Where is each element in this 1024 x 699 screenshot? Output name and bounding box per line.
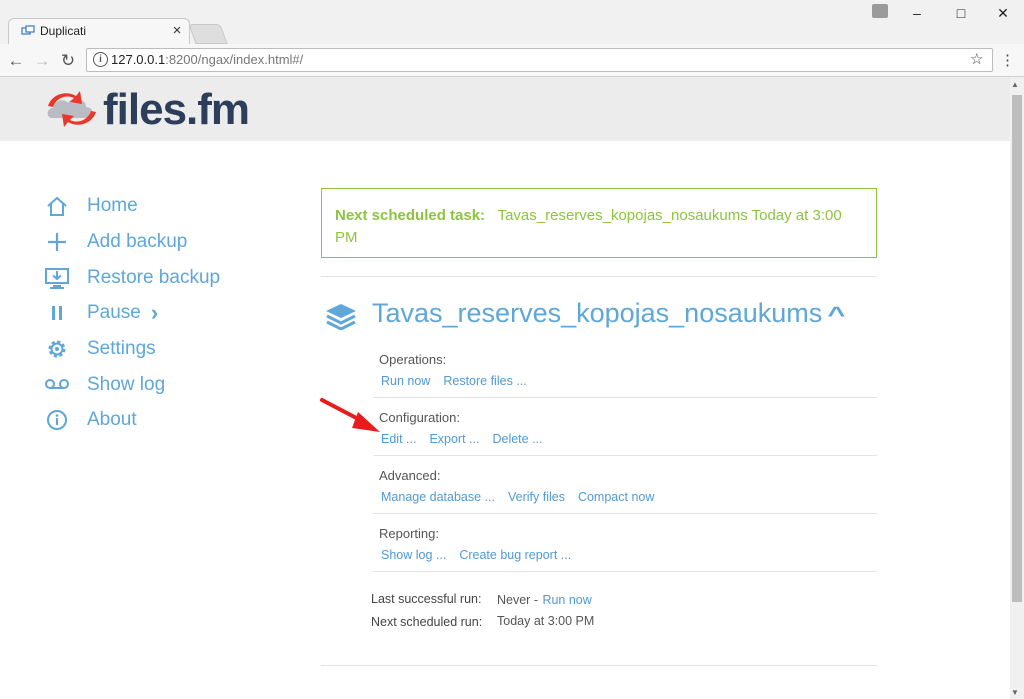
files-fm-logo-icon xyxy=(47,91,96,127)
create-bug-report-link[interactable]: Create bug report ... xyxy=(459,548,571,562)
site-info-icon[interactable]: i xyxy=(93,52,108,67)
divider xyxy=(373,397,877,398)
sidebar-item-label: Restore backup xyxy=(87,267,221,288)
verify-files-link[interactable]: Verify files xyxy=(508,490,565,504)
home-icon xyxy=(44,193,70,219)
restore-icon xyxy=(44,265,70,291)
close-window-button[interactable]: ✕ xyxy=(988,4,1018,22)
scheduled-task-label: Next scheduled task: xyxy=(335,207,486,224)
last-run-info: Never - Run now xyxy=(497,591,592,609)
new-tab-button[interactable] xyxy=(188,24,228,44)
edit-link[interactable]: Edit ... xyxy=(381,432,416,446)
configuration-links: Edit ... Export ... Delete ... xyxy=(381,432,543,446)
compact-now-link[interactable]: Compact now xyxy=(578,490,654,504)
divider xyxy=(373,571,877,572)
chevron-up-icon[interactable]: ^ xyxy=(827,302,845,328)
scroll-up-arrow-icon[interactable]: ▲ xyxy=(1011,80,1019,89)
sidebar-item-about[interactable]: About xyxy=(44,405,137,435)
sidebar-item-restore-backup[interactable]: Restore backup xyxy=(44,263,220,293)
next-run-value: Today at 3:00 PM xyxy=(497,614,595,628)
sidebar-item-home[interactable]: Home xyxy=(44,191,138,221)
restore-files-link[interactable]: Restore files ... xyxy=(443,374,526,388)
pause-icon xyxy=(44,300,70,326)
section-label-reporting: Reporting: xyxy=(379,526,439,541)
divider xyxy=(373,513,877,514)
annotation-arrow-icon xyxy=(320,398,380,432)
forward-button[interactable]: → xyxy=(32,51,52,71)
next-scheduled-task-box: Next scheduled task: Tavas_reserves_kopo… xyxy=(321,188,877,258)
last-run-label: Last successful run: xyxy=(371,592,482,606)
stack-layers-icon xyxy=(326,304,356,330)
minimize-button[interactable]: – xyxy=(902,4,932,22)
manage-database-link[interactable]: Manage database ... xyxy=(381,490,495,504)
address-bar[interactable]: i 127.0.0.1:8200/ngax/index.html#/ ☆ xyxy=(86,48,993,72)
next-run-label: Next scheduled run: xyxy=(371,615,483,629)
divider xyxy=(373,455,877,456)
scheduled-task-text: Next scheduled task: Tavas_reserves_kopo… xyxy=(335,205,855,249)
chevron-right-icon: › xyxy=(150,300,159,325)
browser-menu-icon[interactable]: ⋮ xyxy=(1000,51,1015,69)
sidebar-item-pause[interactable]: Pause › xyxy=(44,298,158,328)
back-button[interactable]: ← xyxy=(6,51,26,71)
section-label-configuration: Configuration: xyxy=(379,410,460,425)
plus-icon xyxy=(44,229,70,255)
divider xyxy=(321,665,877,666)
sidebar-item-label: Add backup xyxy=(87,231,188,252)
show-log-link[interactable]: Show log ... xyxy=(381,548,446,562)
info-icon xyxy=(44,407,70,433)
scroll-down-arrow-icon[interactable]: ▼ xyxy=(1011,688,1019,697)
logo-text[interactable]: files.fm xyxy=(103,85,250,135)
tab-title: Duplicati xyxy=(40,24,87,38)
section-label-advanced: Advanced: xyxy=(379,468,441,483)
url-path: :8200/ngax/index.html#/ xyxy=(165,52,304,67)
reporting-links: Show log ... Create bug report ... xyxy=(381,548,571,562)
page-header: files.fm xyxy=(0,77,1010,141)
run-now-link[interactable]: Run now xyxy=(381,374,430,388)
tab-close-icon[interactable]: × xyxy=(169,22,185,39)
url-host: 127.0.0.1 xyxy=(111,52,166,67)
sidebar-item-add-backup[interactable]: Add backup xyxy=(44,227,187,257)
sidebar-item-label: Home xyxy=(87,195,138,216)
sidebar-item-show-log[interactable]: Show log xyxy=(44,370,165,400)
maximize-button[interactable]: □ xyxy=(946,4,976,22)
duplicati-favicon-icon xyxy=(21,25,35,35)
profile-icon[interactable] xyxy=(872,4,888,18)
bookmark-star-icon[interactable]: ☆ xyxy=(970,50,983,68)
sidebar-item-label: Settings xyxy=(87,338,156,359)
backup-title[interactable]: Tavas_reserves_kopojas_nosaukums ^ xyxy=(372,298,845,329)
section-label-operations: Operations: xyxy=(379,352,447,367)
sidebar-item-label: Show log xyxy=(87,374,166,395)
sidebar-item-label: Pause xyxy=(87,302,141,323)
log-icon xyxy=(44,372,70,398)
url-text[interactable]: 127.0.0.1:8200/ngax/index.html#/ xyxy=(111,52,303,67)
last-run-value: Never - xyxy=(497,593,538,607)
operations-links: Run now Restore files ... xyxy=(381,374,527,388)
advanced-links: Manage database ... Verify files Compact… xyxy=(381,490,654,504)
scrollbar-thumb[interactable] xyxy=(1012,95,1022,602)
last-run-run-now-link[interactable]: Run now xyxy=(542,593,591,607)
sidebar-item-label: About xyxy=(87,409,137,430)
gear-icon xyxy=(44,336,70,362)
divider xyxy=(321,276,877,277)
sidebar-item-settings[interactable]: Settings xyxy=(44,334,156,364)
delete-link[interactable]: Delete ... xyxy=(492,432,542,446)
browser-tab[interactable]: Duplicati × xyxy=(8,18,190,45)
backup-name: Tavas_reserves_kopojas_nosaukums xyxy=(372,298,823,328)
export-link[interactable]: Export ... xyxy=(429,432,479,446)
reload-button[interactable]: ↻ xyxy=(58,51,78,71)
